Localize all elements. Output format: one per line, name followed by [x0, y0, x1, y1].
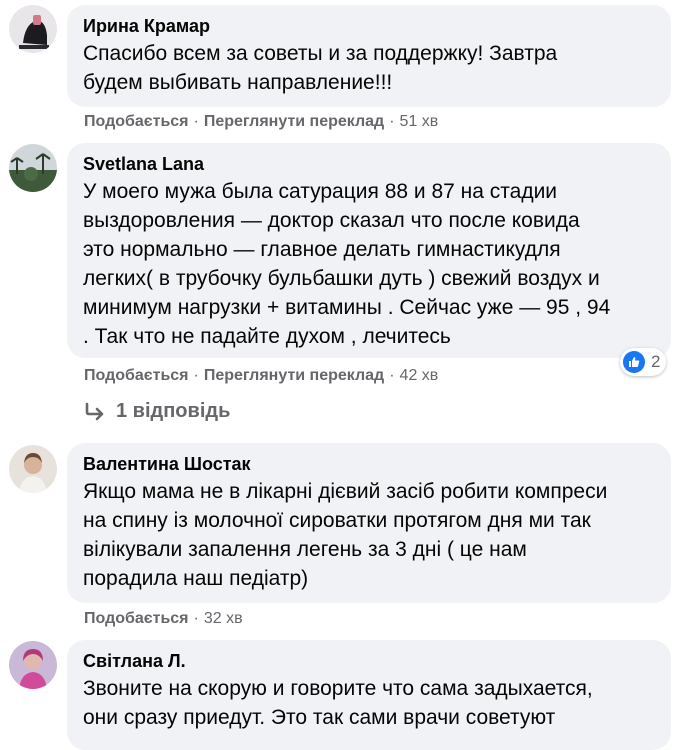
- reaction-count: 2: [651, 352, 661, 371]
- comment-actions: Подобається · Переглянути переклад · 51 хв: [84, 113, 439, 130]
- view-replies-button[interactable]: 1 відповідь: [84, 400, 230, 423]
- avatar[interactable]: [9, 445, 57, 493]
- translate-link[interactable]: Переглянути переклад: [204, 367, 384, 384]
- comment-bubble: Валентина Шостак Якщо мама не в лікарні …: [67, 443, 671, 603]
- comment-text: Звоните на скорую и говорите что сама за…: [83, 677, 593, 729]
- comment-actions: Подобається · Переглянути переклад · 42 хв: [84, 367, 439, 384]
- like-link[interactable]: Подобається: [84, 113, 189, 130]
- comment-text: Якщо мама не в лікарні дієвий засіб роби…: [83, 480, 608, 590]
- replies-label: 1 відповідь: [116, 400, 231, 422]
- comment-time[interactable]: 32 хв: [204, 610, 243, 627]
- comment-author[interactable]: Валентина Шостак: [83, 453, 655, 475]
- comment-author[interactable]: Svetlana Lana: [83, 153, 655, 175]
- comment-actions: Подобається · 32 хв: [84, 610, 243, 627]
- reaction-summary[interactable]: 2: [620, 348, 667, 376]
- like-link[interactable]: Подобається: [84, 610, 189, 627]
- avatar[interactable]: [9, 5, 57, 53]
- like-icon: [623, 351, 645, 373]
- comment-bubble: Ирина Крамар Спасибо всем за советы и за…: [67, 5, 671, 107]
- reply-arrow-icon: [84, 402, 106, 422]
- like-link[interactable]: Подобається: [84, 367, 189, 384]
- translate-link[interactable]: Переглянути переклад: [204, 113, 384, 130]
- comment-bubble: Svetlana Lana У моего мужа была сатураци…: [67, 143, 671, 358]
- avatar[interactable]: [9, 144, 57, 192]
- avatar[interactable]: [9, 641, 57, 689]
- comment-author[interactable]: Ирина Крамар: [83, 15, 655, 37]
- comment-text: У моего мужа была сатурация 88 и 87 на с…: [83, 180, 611, 348]
- comment-time[interactable]: 42 хв: [400, 367, 439, 384]
- comment-text: Спасибо всем за советы и за поддержку! З…: [83, 42, 558, 94]
- comment-author[interactable]: Світлана Л.: [83, 650, 655, 672]
- comment-time[interactable]: 51 хв: [400, 113, 439, 130]
